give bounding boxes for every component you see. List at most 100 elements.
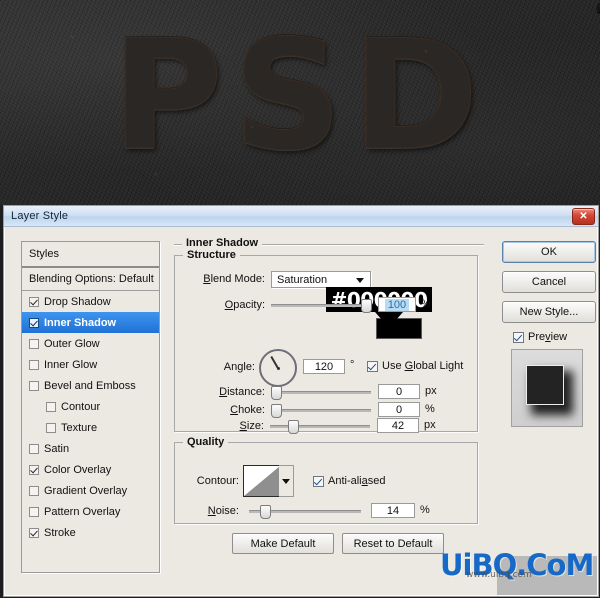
blend-mode-value: Saturation [277,273,328,286]
texture-photo-area: PSD 思缘设计论坛 PS教程论坛 www.missyuan.com BBS.1… [0,0,600,205]
preview-label: Preview [528,331,568,343]
noise-unit: % [420,504,430,516]
dialog-body: Styles Blending Options: Default Drop Sh… [4,227,598,596]
style-item-label: Stroke [44,526,76,539]
use-global-light-checkbox[interactable]: Use Global Light [367,360,463,372]
section-title-inner-shadow: Inner Shadow [182,237,263,249]
new-style-button[interactable]: New Style... [502,301,596,323]
style-item-label: Gradient Overlay [44,484,128,497]
inner-shadow-settings-panel: Inner Shadow Structure Blend Mode: Satur… [174,237,484,571]
distance-slider[interactable] [271,386,371,400]
checkbox-icon [313,475,324,487]
style-item-color-overlay[interactable]: Color Overlay [22,459,159,480]
choke-slider-knob[interactable] [271,404,282,418]
blend-mode-label: Blend Mode: [203,273,265,285]
angle-label: Angle: [223,361,255,373]
opacity-unit: % [421,298,431,310]
checkbox-icon[interactable] [29,506,39,517]
anti-aliased-label: Anti-aliased [328,475,386,487]
style-item-label: Inner Shadow [44,316,117,329]
distance-unit: px [425,385,437,397]
style-item-label: Bevel and Emboss [44,379,136,392]
checkbox-icon[interactable] [46,401,56,412]
style-item-label: Drop Shadow [44,295,111,308]
style-item-bevel-and-emboss[interactable]: Bevel and Emboss [22,375,159,396]
blend-mode-select[interactable]: Saturation [271,271,371,288]
checkbox-icon[interactable] [29,464,39,475]
choke-input[interactable]: 0 [378,402,420,417]
size-input[interactable]: 42 [377,418,419,433]
quality-group-title: Quality [183,436,229,448]
distance-slider-knob[interactable] [271,386,282,400]
checkbox-icon[interactable] [46,422,56,433]
opacity-label: Opacity: [224,299,265,311]
angle-unit: ° [350,359,355,371]
anti-aliased-checkbox[interactable]: Anti-aliased [313,475,386,487]
bottom-watermark-sub: www.uibq.com [466,570,532,580]
style-item-gradient-overlay[interactable]: Gradient Overlay [22,480,159,501]
distance-input[interactable]: 0 [378,384,420,399]
style-item-pattern-overlay[interactable]: Pattern Overlay [22,501,159,522]
contour-label: Contour: [196,475,239,487]
opacity-slider[interactable] [271,299,372,313]
noise-input[interactable]: 14 [371,503,415,518]
noise-slider[interactable] [249,505,361,519]
distance-label: Distance: [219,386,265,398]
style-preview-thumbnail [511,349,583,427]
style-item-inner-glow[interactable]: Inner Glow [22,354,159,375]
styles-item-list: Drop Shadow Inner Shadow Outer Glow Inner G… [22,291,159,543]
opacity-input[interactable]: 100 [378,297,416,312]
checkbox-icon[interactable] [29,338,39,349]
angle-dial[interactable] [259,349,297,387]
size-slider-track [270,425,370,428]
style-item-label: Contour [61,400,101,413]
preview-checkbox[interactable]: Preview [513,331,594,343]
contour-preview-swatch[interactable] [243,465,281,497]
styles-list-panel: Styles Blending Options: Default Drop Sh… [21,241,160,573]
opacity-slider-knob[interactable] [361,299,372,313]
size-unit: px [424,419,436,431]
style-item-contour[interactable]: Contour [22,396,159,417]
style-item-drop-shadow[interactable]: Drop Shadow [22,291,159,312]
noise-slider-knob[interactable] [260,505,271,519]
cancel-button[interactable]: Cancel [502,271,596,293]
size-slider-knob[interactable] [288,420,299,434]
chevron-down-icon [356,278,364,283]
style-item-satin[interactable]: Satin [22,438,159,459]
checkbox-icon[interactable] [29,317,39,328]
structure-group-title: Structure [183,249,240,261]
styles-header[interactable]: Styles [22,242,159,268]
choke-slider-track [271,409,371,412]
preview-square [526,365,564,405]
style-item-inner-shadow[interactable]: Inner Shadow [22,312,159,333]
close-icon[interactable]: ✕ [572,208,595,225]
checkbox-icon[interactable] [29,380,39,391]
style-item-stroke[interactable]: Stroke [22,522,159,543]
blending-options-item[interactable]: Blending Options: Default [22,268,159,291]
checkbox-icon[interactable] [29,443,39,454]
style-item-outer-glow[interactable]: Outer Glow [22,333,159,354]
checkbox-icon[interactable] [29,296,39,307]
style-item-texture[interactable]: Texture [22,417,159,438]
dialog-action-buttons: OK Cancel New Style... Preview [502,241,596,427]
ok-button[interactable]: OK [502,241,596,263]
dialog-titlebar[interactable]: Layer Style ✕ [4,206,598,227]
layer-style-dialog: Layer Style ✕ Styles Blending Options: D… [3,205,599,597]
checkbox-icon[interactable] [29,359,39,370]
make-default-button[interactable]: Make Default [232,533,334,554]
angle-input[interactable]: 120 [303,359,345,374]
choke-unit: % [425,403,435,415]
style-item-label: Texture [61,421,98,434]
reset-to-default-button[interactable]: Reset to Default [342,533,444,554]
structure-group: Structure Blend Mode: Saturation #000000… [174,249,478,432]
style-item-label: Outer Glow [44,337,100,350]
opacity-slider-track [271,304,371,307]
checkbox-icon[interactable] [29,527,39,538]
choke-slider[interactable] [271,404,371,418]
angle-dial-hub [276,366,280,370]
checkbox-icon [367,360,378,372]
contour-dropdown-arrow-icon[interactable] [279,465,294,497]
size-slider[interactable] [270,420,370,434]
checkbox-icon[interactable] [29,485,39,496]
style-item-label: Color Overlay [44,463,112,476]
